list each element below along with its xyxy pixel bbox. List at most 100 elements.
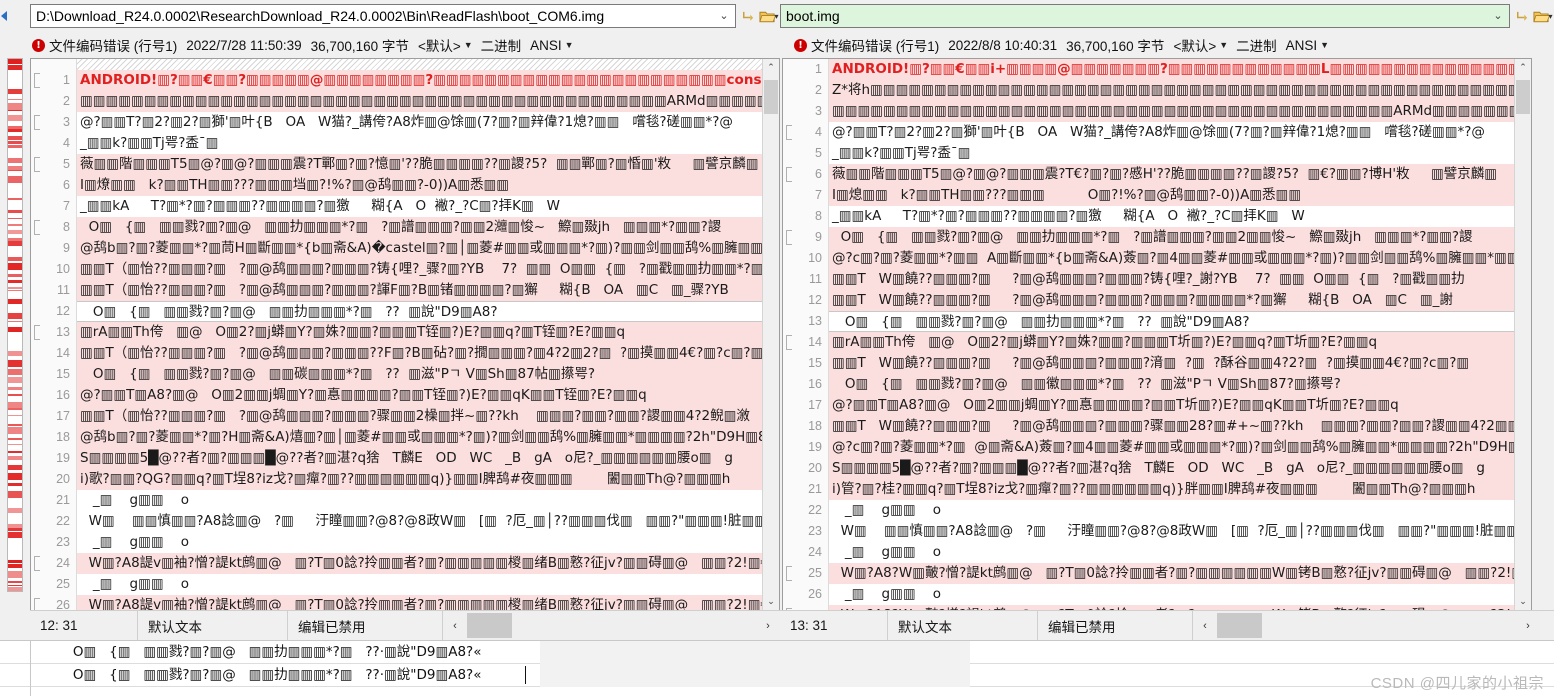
- fold-marker-icon[interactable]: [786, 125, 792, 140]
- left-horizontal-scrollbar[interactable]: ‹ ›: [443, 610, 780, 640]
- hscroll-right-icon[interactable]: ›: [1516, 620, 1540, 632]
- fold-marker-icon[interactable]: [34, 157, 40, 172]
- code-line[interactable]: ▥rA▥▥Th侉 ▥@ O▥2?▥j蟒▥Y?▥姝?▥▥?▥▥▥T圻▥?)E?▥▥…: [829, 332, 1514, 353]
- chevron-down-icon[interactable]: ⌄: [715, 10, 733, 22]
- code-line[interactable]: @?▥▥T▥A8?▥@ O▥2▥▥j蜩▥Y?▥惪▥▥▥▥?▥▥T铚▥?)E?▥▥…: [77, 385, 762, 406]
- code-line[interactable]: ▥▥T W▥饒??▥▥▥?▥ ?▥@鸹▥▥▥?▥▥▥?湇▥ ?▥ ?酥谷▥▥4?…: [829, 353, 1514, 374]
- left-refresh-icon[interactable]: [736, 3, 758, 29]
- code-line[interactable]: O▥ {▥ ▥▥戮?▥?▥@ ▥▥扐▥▥▥*?▥ ?? ▥說"D9▥A8?: [77, 301, 762, 322]
- left-vscroll-thumb[interactable]: [764, 80, 778, 114]
- code-line[interactable]: _▥▥k?▥▥Tj咢?盉¯▥: [829, 143, 1514, 164]
- chevron-down-icon[interactable]: ⌄: [1489, 10, 1507, 22]
- right-horizontal-scrollbar[interactable]: ‹ ›: [1193, 610, 1540, 640]
- code-line[interactable]: S▥▥▥▥5█@??者?▥?▥▥▥█@??者?▥湛?q猞 T麟E OD WC _…: [77, 448, 762, 469]
- left-hscroll-track[interactable]: [467, 611, 756, 640]
- right-vscroll-track[interactable]: [1515, 76, 1531, 593]
- code-line[interactable]: ▥▥▥▥▥▥▥▥▥▥▥▥▥▥▥▥▥▥▥▥▥▥▥▥▥▥▥▥▥▥▥▥▥▥▥▥▥▥▥▥…: [77, 91, 762, 112]
- code-line[interactable]: ANDROID!▥?▥▥€▥▥?▥▥▥▥▥@▥▥▥▥▥▥▥▥?▥▥▥▥▥▥▥▥▥…: [77, 70, 762, 91]
- code-line[interactable]: ▥▥T W▥饒??▥▥▥?▥ ?▥@鸹▥▥▥?▥▥▥?骤▥▥28?▥#+~▥??…: [829, 416, 1514, 437]
- diff-overview-minimap[interactable]: [0, 58, 30, 610]
- scroll-down-icon[interactable]: ⌄: [1515, 593, 1531, 610]
- fold-marker-icon[interactable]: [34, 598, 40, 610]
- code-line[interactable]: @?▥▥T?▥2?▥2?▥獅'▥叶{B OA W猫?_講侉?A8炸▥@馀▥(7?…: [77, 112, 762, 133]
- code-line[interactable]: i)管?▥?桂?▥▥q?▥T埕8?iz戈?▥癉?▥??▥▥▥▥▥▥q)}胖▥▥I…: [829, 479, 1514, 500]
- hscroll-left-icon[interactable]: ‹: [1193, 620, 1217, 632]
- code-line[interactable]: @?▥▥T▥A8?▥@ O▥2▥▥j蜩▥Y?▥惪▥▥▥▥?▥▥T圻▥?)E?▥▥…: [829, 395, 1514, 416]
- code-line[interactable]: ▥▥T（▥怡??▥▥▥?▥ ?▥@鸹▥▥▥?▥▥▥??F▥?B▥砧?▥?撊▥▥▥…: [77, 343, 762, 364]
- code-line[interactable]: _▥▥kA T?▥*?▥?▥▥▥??▥▥▥▥?▥獥 糊{A O 襒?_?C▥?拝…: [77, 196, 762, 217]
- right-profile[interactable]: <默认>: [1173, 35, 1216, 55]
- code-line[interactable]: @?c▥?▥?菱▥▥*?▥▥ A▥斷▥▥*{b▥斋&A)薟▥?▥4▥▥菱#▥▥或…: [829, 248, 1514, 269]
- code-line[interactable]: O▥ {▥ ▥▥戮?▥?▥@ ▥▥徽▥▥▥*?▥ ?? ▥滋"Pㄱ V▥Sh▥8…: [829, 374, 1514, 395]
- code-line[interactable]: 薇▥▥階▥▥▥T5▥@?▥@?▥▥▥震?T鄲▥?▥?憶▥'??脆▥▥▥▥??▥謖…: [77, 154, 762, 175]
- code-line[interactable]: O▥ {▥ ▥▥戮?▥?▥@ ▥▥扐▥▥▥*?▥ ?? ▥說"D9▥A8?: [829, 311, 1514, 332]
- right-vertical-scrollbar[interactable]: ⌃ ⌄: [1514, 59, 1531, 610]
- right-open-dropdown-icon[interactable]: ▾: [1548, 12, 1552, 21]
- fold-marker-icon[interactable]: [34, 115, 40, 130]
- right-code-area[interactable]: ANDROID!▥?▥▥€▥▥i+▥▥▥▥@▥▥▥▥▥▥▥?▥▥▥▥▥▥▥▥▥▥…: [829, 59, 1514, 610]
- left-path-combobox[interactable]: D:\Download_R24.0.0002\ResearchDownload_…: [30, 4, 736, 28]
- scroll-down-icon[interactable]: ⌄: [763, 593, 779, 610]
- fold-marker-icon[interactable]: [34, 325, 40, 340]
- code-line[interactable]: I▥燎▥▥ k?▥▥TH▥▥???▥▥▥垱▥?!%?▥@鸹▥▥?-0))A▥悉▥…: [77, 175, 762, 196]
- right-vscroll-thumb[interactable]: [1516, 80, 1530, 114]
- code-line[interactable]: _▥▥k?▥▥Tj咢?盉¯▥: [77, 133, 762, 154]
- code-line[interactable]: _▥ g▥▥ o: [829, 584, 1514, 605]
- code-line[interactable]: O▥ {▥ ▥▥戮?▥?▥@ ▥▥扐▥▥▥*?▥ ?▥譜▥▥▥?▥▥2▥▥悛~ …: [829, 227, 1514, 248]
- code-line[interactable]: @?▥▥T?▥2?▥2?▥獅'▥叶{B OA W猫?_講侉?A8炸▥@馀▥(7?…: [829, 122, 1514, 143]
- left-profile[interactable]: <默认>: [418, 35, 461, 55]
- code-line[interactable]: @鸹b▥?▥?菱▥▥*?▥?H▥斋&A)熺▥?▥│▥菱#▥▥或▥▥▥*?▥)?▥…: [77, 427, 762, 448]
- code-line[interactable]: W▥?A8諟v▥袖?憎?諟kt鹧▥@ ▥?T▥0諗?拎▥▥者?▥?▥▥▥▥▥椶▥…: [77, 595, 762, 610]
- code-line[interactable]: _▥▥kA T?▥*?▥?▥▥▥??▥▥▥▥?▥獥 糊{A O 襒?_?C▥拝K…: [829, 206, 1514, 227]
- fold-marker-icon[interactable]: [786, 230, 792, 245]
- profile-dropdown-icon[interactable]: ▼: [1219, 40, 1228, 50]
- code-line[interactable]: O▥ {▥ ▥▥戮?▥?▥@ ▥▥碳▥▥▥*?▥ ?? ▥滋"Pㄱ V▥Sh▥8…: [77, 364, 762, 385]
- code-line[interactable]: _▥ g▥▥ o: [77, 532, 762, 553]
- scroll-up-icon[interactable]: ⌃: [1515, 59, 1531, 76]
- left-open-folder-icon[interactable]: ▾: [758, 3, 780, 29]
- code-line[interactable]: O▥ {▥ ▥▥戮?▥?▥@ ▥▥扐▥▥▥*?▥ ?▥譜▥▥▥?▥▥2灗▥悛~ …: [77, 217, 762, 238]
- code-line[interactable]: W▥ ▥▥慎▥▥?A8諗▥@ ?▥ 汙瞳▥▥?@8?@8政W▥ [▥ ?厄_▥│…: [829, 521, 1514, 542]
- fold-marker-icon[interactable]: [34, 556, 40, 571]
- code-line[interactable]: ▥▥T W▥饒??▥▥▥?▥ ?▥@鸹▥▥▥?▥▥▥?▥▥▥?▥▥▥▥*?▥獬 …: [829, 290, 1514, 311]
- profile-dropdown-icon[interactable]: ▼: [464, 40, 473, 50]
- right-refresh-icon[interactable]: [1510, 3, 1532, 29]
- code-line[interactable]: I▥熄▥▥ k?▥▥TH▥▥???▥▥▥ O▥?!%?▥@鸹▥▥?-0))A▥悉…: [829, 185, 1514, 206]
- hscroll-left-icon[interactable]: ‹: [443, 620, 467, 632]
- left-code-area[interactable]: ANDROID!▥?▥▥€▥▥?▥▥▥▥▥@▥▥▥▥▥▥▥▥?▥▥▥▥▥▥▥▥▥…: [77, 59, 762, 610]
- code-line[interactable]: S▥▥▥▥5█@??者?▥?▥▥▥█@??者?▥湛?q猞 T麟E OD WC _…: [829, 458, 1514, 479]
- fold-marker-icon[interactable]: [786, 566, 792, 581]
- code-line[interactable]: _▥ g▥▥ o: [77, 490, 762, 511]
- left-vscroll-track[interactable]: [763, 76, 779, 593]
- right-encoding[interactable]: ANSI: [1286, 38, 1318, 53]
- scroll-up-icon[interactable]: ⌃: [763, 59, 779, 76]
- code-line[interactable]: ▥▥T（▥怡??▥▥▥?▥ ?▥@鸹▥▥▥?▥▥▥?諢F▥?B▥锗▥▥▥▥?▥獬…: [77, 280, 762, 301]
- code-line[interactable]: ▥▥T（▥怡??▥▥▥?▥ ?▥@鸹▥▥▥?▥▥▥?铸{哩?_骤?▥?YB 7?…: [77, 259, 762, 280]
- code-line[interactable]: ▥▥T（▥怡??▥▥▥?▥ ?▥@鸹▥▥▥?▥▥▥?骤▥▥2橾▥拌~▥??kh …: [77, 406, 762, 427]
- code-line[interactable]: ANDROID!▥?▥▥€▥▥i+▥▥▥▥@▥▥▥▥▥▥▥?▥▥▥▥▥▥▥▥▥▥…: [829, 59, 1514, 80]
- code-line[interactable]: _▥ g▥▥ o: [829, 500, 1514, 521]
- code-line[interactable]: ▥▥▥▥▥▥▥▥▥▥▥▥▥▥▥▥▥▥▥▥▥▥▥▥▥▥▥▥▥▥▥▥▥▥▥▥▥▥▥▥…: [829, 101, 1514, 122]
- right-hscroll-track[interactable]: [1217, 611, 1516, 640]
- code-line[interactable]: W▥?A8?W▥皾?憎?諟kt鹧▥@ ▥?T▥0諗?拎▥▥者?▥?▥▥▥▥▥▥W…: [829, 563, 1514, 584]
- code-line[interactable]: ▥rA▥▥Th侉 ▥@ O▥2?▥j蟒▥Y?▥姝?▥▥?▥▥▥T铚▥?)E?▥▥…: [77, 322, 762, 343]
- fold-marker-icon[interactable]: [786, 335, 792, 350]
- left-hscroll-thumb[interactable]: [467, 613, 512, 638]
- right-path-combobox[interactable]: boot.img ⌄: [780, 4, 1510, 28]
- code-line[interactable]: W▥ ▥▥慎▥▥?A8諗▥@ ?▥ 汙瞳▥▥?@8?@8政W▥ [▥ ?厄_▥│…: [77, 511, 762, 532]
- encoding-dropdown-icon[interactable]: ▼: [1320, 40, 1329, 50]
- fold-marker-icon[interactable]: [34, 73, 40, 88]
- left-encoding[interactable]: ANSI: [530, 38, 562, 53]
- code-line[interactable]: W▥?A8諟v▥袖?憎?諟kt鹧▥@ ▥?T▥0諗?拎▥▥者?▥?▥▥▥▥▥椶▥…: [77, 553, 762, 574]
- fold-marker-icon[interactable]: [786, 608, 792, 610]
- code-line[interactable]: _▥ g▥▥ o: [829, 542, 1514, 563]
- code-line[interactable]: i)歌?▥▥?QG?▥▥q?▥T埕8?iz戈?▥癉?▥??▥▥▥▥▥▥q)}▥▥…: [77, 469, 762, 490]
- code-line[interactable]: @鸹b▥?▥?菱▥▥*?▥茼H▥斷▥▥*{b▥斋&A)�castel▥?▥│▥菱…: [77, 238, 762, 259]
- fold-marker-icon[interactable]: [786, 167, 792, 182]
- left-open-dropdown-icon[interactable]: ▾: [774, 12, 778, 21]
- fold-marker-icon[interactable]: [34, 220, 40, 235]
- hscroll-right-icon[interactable]: ›: [756, 620, 780, 632]
- code-line[interactable]: @?c▥?▥?菱▥▥*?▥ @▥斋&A)薟▥?▥4▥▥菱#▥▥或▥▥▥*?▥)?…: [829, 437, 1514, 458]
- right-open-folder-icon[interactable]: ▾: [1532, 3, 1554, 29]
- left-vertical-scrollbar[interactable]: ⌃ ⌄: [762, 59, 779, 610]
